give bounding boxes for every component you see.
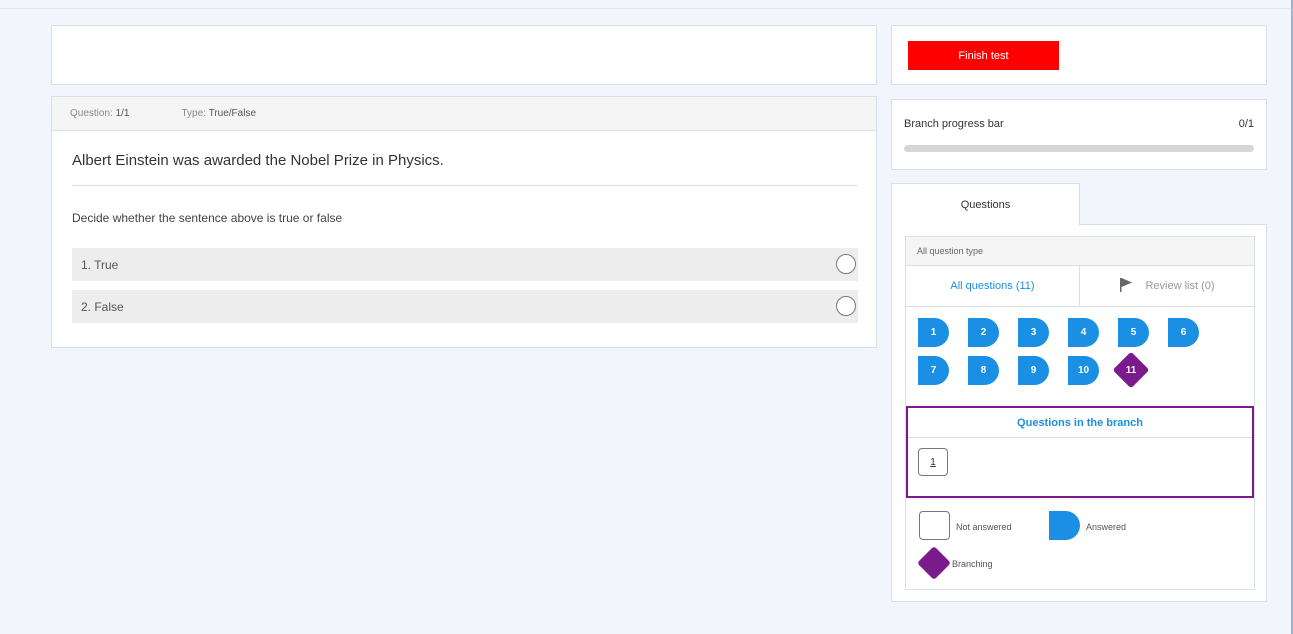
tab-questions-label: Questions — [960, 198, 1011, 211]
finish-test-button[interactable]: Finish test — [908, 41, 1059, 70]
legend-branching-icon — [917, 546, 951, 580]
question-number: Question: 1/1 — [70, 108, 130, 119]
question-button-2[interactable]: 2 — [968, 318, 999, 347]
radio-icon[interactable] — [836, 296, 856, 316]
question-meta-bar: Question: 1/1 Type: True/False — [52, 97, 876, 131]
top-divider — [0, 8, 1293, 9]
question-filter-tabs: All questions (11) Review list (0) — [906, 266, 1254, 307]
question-type-filter: All question type — [906, 237, 1254, 266]
question-button-6[interactable]: 6 — [1168, 318, 1199, 347]
tab-review-list[interactable]: Review list (0) — [1080, 266, 1254, 306]
answer-option-false[interactable]: 2. False — [72, 290, 858, 323]
progress-label: Branch progress bar — [904, 118, 1004, 130]
legend-answered-label: Answered — [1086, 522, 1127, 532]
progress-bar — [904, 145, 1254, 152]
question-divider — [72, 185, 858, 186]
question-text: Albert Einstein was awarded the Nobel Pr… — [72, 152, 444, 169]
question-button-8[interactable]: 8 — [968, 356, 999, 385]
question-navigator: All question type All questions (11) Rev… — [905, 236, 1255, 590]
question-button-3[interactable]: 3 — [1018, 318, 1049, 347]
legend-branching-label: Branching — [952, 559, 993, 569]
question-header-panel — [51, 25, 877, 85]
question-button-10[interactable]: 10 — [1068, 356, 1099, 385]
question-button-4[interactable]: 4 — [1068, 318, 1099, 347]
answer-option-label: 2. False — [81, 299, 124, 314]
question-button-9[interactable]: 9 — [1018, 356, 1049, 385]
branch-progress-panel: Branch progress bar 0/1 — [891, 99, 1267, 170]
questions-panel: All question type All questions (11) Rev… — [891, 224, 1267, 602]
radio-icon[interactable] — [836, 254, 856, 274]
finish-panel: Finish test — [891, 25, 1267, 85]
legend-answered-icon — [1049, 511, 1080, 540]
flag-icon — [1119, 277, 1133, 296]
question-card: Question: 1/1 Type: True/False Albert Ei… — [51, 96, 877, 348]
question-button-7[interactable]: 7 — [918, 356, 949, 385]
legend: Not answered Answered Branching — [906, 509, 1254, 589]
answer-option-true[interactable]: 1. True — [72, 248, 858, 281]
question-type: Type: True/False — [181, 108, 257, 119]
tab-questions[interactable]: Questions — [891, 183, 1080, 225]
legend-not-answered-label: Not answered — [956, 522, 1012, 532]
branch-title: Questions in the branch — [908, 408, 1252, 438]
branch-question-button-1[interactable]: 1 — [918, 448, 948, 476]
question-button-11-branching[interactable]: 11 — [1112, 351, 1150, 389]
question-instruction: Decide whether the sentence above is tru… — [72, 211, 343, 225]
tab-all-questions[interactable]: All questions (11) — [906, 266, 1080, 306]
answer-option-label: 1. True — [81, 257, 119, 272]
legend-not-answered-icon — [919, 511, 950, 540]
branch-questions-panel: Questions in the branch 1 — [906, 406, 1254, 498]
progress-count: 0/1 — [1238, 118, 1254, 130]
question-button-5[interactable]: 5 — [1118, 318, 1149, 347]
question-button-1[interactable]: 1 — [918, 318, 949, 347]
